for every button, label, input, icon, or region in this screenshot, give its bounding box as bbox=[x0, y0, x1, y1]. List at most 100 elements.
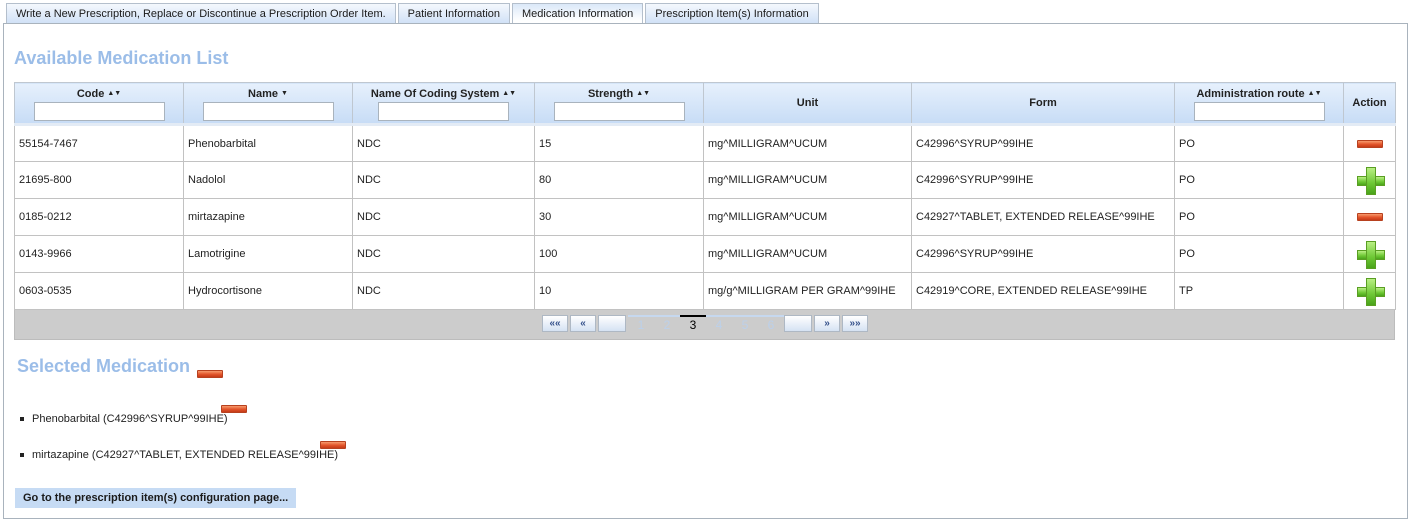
page-3-current[interactable]: 3 bbox=[680, 315, 706, 333]
remove-icon[interactable] bbox=[221, 405, 247, 413]
name-cell: Nadolol bbox=[183, 161, 353, 199]
column-form: Form bbox=[911, 82, 1175, 125]
medication-table: Code ▲▼ Name ▼ Name Of Coding System ▲▼ Str… bbox=[14, 82, 1396, 310]
column-name[interactable]: Name ▼ bbox=[183, 82, 353, 125]
column-action: Action bbox=[1343, 82, 1396, 125]
table-row: 21695-800 Nadolol NDC 80 mg^MILLIGRAM^UCUM C4… bbox=[14, 161, 1396, 199]
form-cell: C42919^CORE, EXTENDED RELEASE^99IHE bbox=[911, 272, 1175, 310]
sort-both-icon[interactable]: ▲▼ bbox=[1308, 90, 1322, 97]
add-icon[interactable] bbox=[1356, 278, 1385, 306]
tab-write-prescription[interactable]: Write a New Prescription, Replace or Dis… bbox=[6, 3, 396, 24]
sort-both-icon[interactable]: ▲▼ bbox=[107, 90, 121, 97]
tab-prescription-items[interactable]: Prescription Item(s) Information bbox=[645, 3, 819, 24]
name-cell: mirtazapine bbox=[183, 198, 353, 236]
pagination: «« « 1 2 3 4 5 6 » »» bbox=[542, 315, 870, 333]
selected-medication-list: Phenobarbital (C42996^SYRUP^99IHE) mirta… bbox=[20, 405, 346, 477]
coding-system-filter-input[interactable] bbox=[378, 101, 509, 121]
strength-filter-input[interactable] bbox=[553, 101, 685, 121]
action-cell bbox=[1343, 123, 1396, 162]
coding-system-cell: NDC bbox=[352, 198, 535, 236]
coding-system-cell: NDC bbox=[352, 272, 535, 310]
route-cell: TP bbox=[1174, 272, 1344, 310]
column-unit: Unit bbox=[703, 82, 912, 125]
action-cell bbox=[1343, 161, 1396, 199]
column-code-label: Code bbox=[76, 87, 105, 100]
strength-cell: 30 bbox=[534, 198, 704, 236]
code-filter-input[interactable] bbox=[33, 101, 165, 121]
goto-prescription-config-button[interactable]: Go to the prescription item(s) configura… bbox=[15, 488, 297, 508]
selected-medication-text: mirtazapine (C42927^TABLET, EXTENDED REL… bbox=[32, 449, 339, 461]
unit-cell: mg/g^MILLIGRAM PER GRAM^99IHE bbox=[703, 272, 912, 310]
selected-medication-title-text: Selected Medication bbox=[17, 356, 191, 376]
column-coding-system-label: Name Of Coding System bbox=[370, 87, 500, 100]
add-icon[interactable] bbox=[1356, 241, 1385, 269]
tab-medication-information[interactable]: Medication Information bbox=[512, 3, 644, 25]
table-row: 0143-9966 Lamotrigine NDC 100 mg^MILLIGRAM^U… bbox=[14, 235, 1396, 273]
code-cell: 21695-800 bbox=[14, 161, 184, 199]
route-cell: PO bbox=[1174, 161, 1344, 199]
available-medication-title: Available Medication List bbox=[14, 48, 229, 68]
route-cell: PO bbox=[1174, 235, 1344, 273]
selected-medication-title: Selected Medication bbox=[17, 356, 224, 378]
code-cell: 0185-0212 bbox=[14, 198, 184, 236]
pager-spacer bbox=[598, 315, 626, 332]
code-cell: 55154-7467 bbox=[14, 123, 184, 162]
remove-icon[interactable] bbox=[1356, 213, 1383, 222]
action-cell bbox=[1343, 272, 1396, 310]
coding-system-cell: NDC bbox=[352, 161, 535, 199]
strength-cell: 80 bbox=[534, 161, 704, 199]
table-row: 55154-7467 Phenobarbital NDC 15 mg^MILLIGRAM… bbox=[14, 123, 1396, 162]
page-5-link[interactable]: 5 bbox=[732, 315, 758, 333]
column-coding-system[interactable]: Name Of Coding System ▲▼ bbox=[352, 82, 535, 125]
coding-system-cell: NDC bbox=[352, 235, 535, 273]
column-code[interactable]: Code ▲▼ bbox=[14, 82, 184, 125]
page-6-link[interactable]: 6 bbox=[758, 315, 784, 333]
form-cell: C42996^SYRUP^99IHE bbox=[911, 123, 1175, 162]
form-cell: C42996^SYRUP^99IHE bbox=[911, 235, 1175, 273]
action-cell bbox=[1343, 198, 1396, 236]
name-filter-input[interactable] bbox=[202, 101, 334, 121]
selected-medication-item: Phenobarbital (C42996^SYRUP^99IHE) bbox=[20, 405, 247, 441]
name-cell: Lamotrigine bbox=[183, 235, 353, 273]
pager-spacer bbox=[784, 315, 812, 332]
sort-both-icon[interactable]: ▲▼ bbox=[502, 90, 516, 97]
unit-cell: mg^MILLIGRAM^UCUM bbox=[703, 235, 912, 273]
unit-cell: mg^MILLIGRAM^UCUM bbox=[703, 123, 912, 162]
remove-icon[interactable] bbox=[1356, 139, 1383, 148]
tab-bar: Write a New Prescription, Replace or Dis… bbox=[6, 3, 821, 25]
last-page-button[interactable]: »» bbox=[842, 315, 868, 332]
coding-system-cell: NDC bbox=[352, 123, 535, 162]
table-row: 0185-0212 mirtazapine NDC 30 mg^MILLIGRAM^UC… bbox=[14, 198, 1396, 236]
page-4-link[interactable]: 4 bbox=[706, 315, 732, 333]
unit-cell: mg^MILLIGRAM^UCUM bbox=[703, 161, 912, 199]
next-page-button[interactable]: » bbox=[814, 315, 840, 332]
column-route-label: Administration route bbox=[1196, 87, 1305, 100]
first-page-button[interactable]: «« bbox=[542, 315, 568, 332]
strength-cell: 15 bbox=[534, 123, 704, 162]
strength-cell: 10 bbox=[534, 272, 704, 310]
column-route[interactable]: Administration route ▲▼ bbox=[1174, 82, 1344, 125]
tab-patient-information[interactable]: Patient Information bbox=[397, 3, 511, 24]
sort-both-icon[interactable]: ▲▼ bbox=[636, 90, 650, 97]
route-cell: PO bbox=[1174, 123, 1344, 162]
action-cell bbox=[1343, 235, 1396, 273]
column-strength[interactable]: Strength ▲▼ bbox=[534, 82, 704, 125]
table-row: 0603-0535 Hydrocortisone NDC 10 mg/g^MILLIGR… bbox=[14, 272, 1396, 310]
pagination-bar: «« « 1 2 3 4 5 6 » »» bbox=[14, 310, 1395, 340]
name-cell: Phenobarbital bbox=[183, 123, 353, 162]
selected-medication-item: mirtazapine (C42927^TABLET, EXTENDED REL… bbox=[20, 441, 346, 477]
remove-icon[interactable] bbox=[320, 441, 346, 449]
sort-desc-icon[interactable]: ▼ bbox=[281, 90, 288, 97]
remove-all-icon[interactable] bbox=[197, 370, 224, 378]
code-cell: 0143-9966 bbox=[14, 235, 184, 273]
previous-page-button[interactable]: « bbox=[570, 315, 596, 332]
page-2-link[interactable]: 2 bbox=[654, 315, 680, 333]
add-icon[interactable] bbox=[1356, 167, 1385, 195]
code-cell: 0603-0535 bbox=[14, 272, 184, 310]
strength-cell: 100 bbox=[534, 235, 704, 273]
route-filter-input[interactable] bbox=[1193, 101, 1325, 121]
page-1-link[interactable]: 1 bbox=[628, 315, 654, 333]
form-cell: C42996^SYRUP^99IHE bbox=[911, 161, 1175, 199]
name-cell: Hydrocortisone bbox=[183, 272, 353, 310]
medication-panel: Available Medication List Code ▲▼ Name ▼ N… bbox=[3, 23, 1408, 519]
